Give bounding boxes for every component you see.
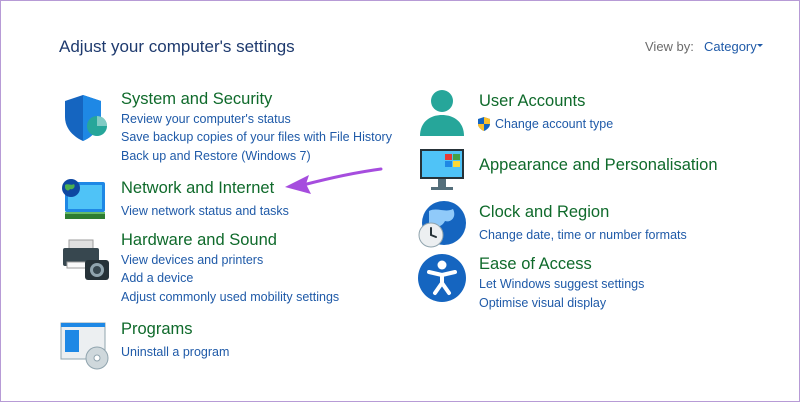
user-accounts-link[interactable]: User Accounts (479, 92, 585, 111)
security-shield-icon[interactable] (61, 93, 111, 143)
review-status-link[interactable]: Review your computer's status (121, 112, 291, 126)
change-account-type-label: Change account type (495, 117, 614, 131)
accessibility-icon[interactable] (417, 253, 467, 303)
view-by-dropdown[interactable]: Category (704, 39, 757, 54)
add-device-link[interactable]: Add a device (121, 271, 193, 285)
appearance-personalisation-link[interactable]: Appearance and Personalisation (479, 156, 718, 175)
control-panel-window: Adjust your computer's settings View by:… (0, 0, 800, 402)
user-account-icon[interactable] (417, 88, 467, 138)
suggest-settings-link[interactable]: Let Windows suggest settings (479, 277, 644, 291)
network-status-link[interactable]: View network status and tasks (121, 204, 289, 218)
mobility-settings-link[interactable]: Adjust commonly used mobility settings (121, 290, 339, 304)
arrow-pointer-icon (285, 167, 383, 194)
hardware-and-sound-link[interactable]: Hardware and Sound (121, 231, 277, 250)
printer-camera-icon[interactable] (61, 238, 111, 288)
view-by-label: View by: (645, 39, 694, 54)
network-and-internet-link[interactable]: Network and Internet (121, 179, 274, 198)
date-time-formats-link[interactable]: Change date, time or number formats (479, 228, 687, 242)
chevron-down-icon[interactable] (757, 44, 763, 47)
network-globe-monitor-icon[interactable] (59, 176, 109, 226)
change-account-type-link[interactable]: Change account type (477, 117, 613, 131)
uac-shield-icon (478, 117, 490, 131)
clock-globe-icon[interactable] (417, 199, 467, 249)
clock-and-region-link[interactable]: Clock and Region (479, 203, 609, 222)
programs-disc-icon[interactable] (59, 321, 109, 371)
file-history-link[interactable]: Save backup copies of your files with Fi… (121, 130, 392, 144)
ease-of-access-link[interactable]: Ease of Access (479, 255, 592, 274)
uninstall-program-link[interactable]: Uninstall a program (121, 345, 229, 359)
programs-link[interactable]: Programs (121, 320, 193, 339)
system-and-security-link[interactable]: System and Security (121, 90, 272, 109)
devices-printers-link[interactable]: View devices and printers (121, 253, 263, 267)
page-title: Adjust your computer's settings (59, 37, 295, 56)
backup-restore-link[interactable]: Back up and Restore (Windows 7) (121, 149, 311, 163)
monitor-tiles-icon[interactable] (417, 145, 467, 195)
optimise-visual-display-link[interactable]: Optimise visual display (479, 296, 606, 310)
